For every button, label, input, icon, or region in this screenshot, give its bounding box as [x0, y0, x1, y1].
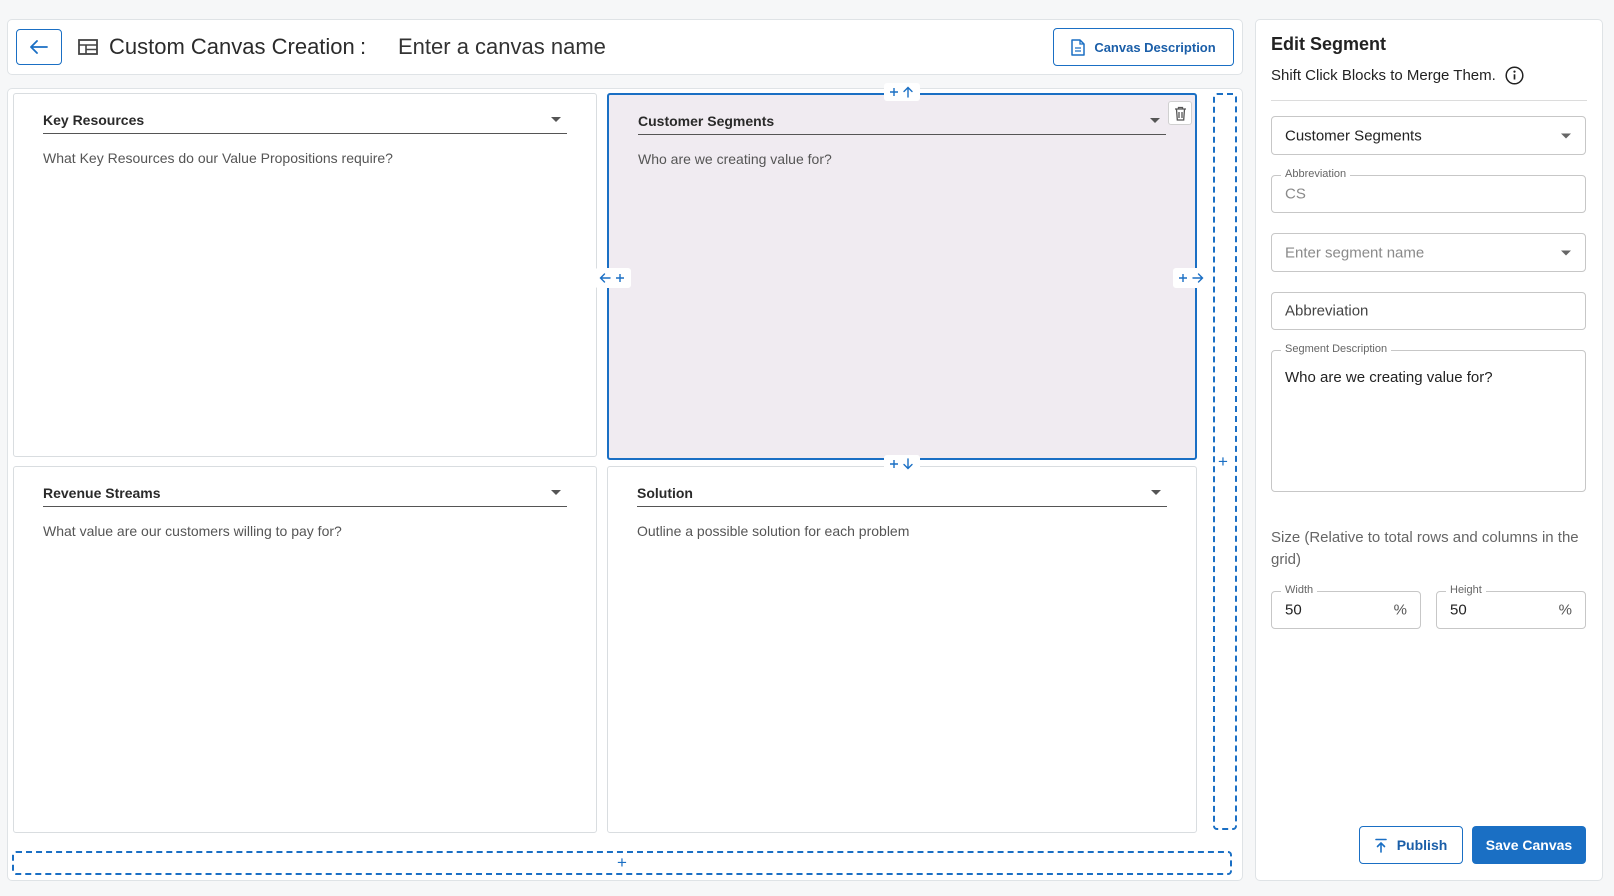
delete-segment-button[interactable]: [1168, 101, 1192, 125]
add-segment-above-button[interactable]: [884, 83, 920, 101]
segment-description: Who are we creating value for?: [638, 151, 832, 167]
page-title: Custom Canvas Creation: [109, 34, 355, 59]
width-label: Width: [1281, 584, 1318, 596]
merge-hint: Shift Click Blocks to Merge Them.: [1271, 66, 1524, 85]
canvas-description-button[interactable]: Canvas Description: [1053, 28, 1234, 66]
publish-label: Publish: [1396, 837, 1448, 853]
add-segment-below-button[interactable]: [884, 455, 920, 473]
title-separator: :: [360, 34, 367, 59]
segment-title: Solution: [637, 484, 693, 501]
plus-arrow-right-icon: [1179, 273, 1204, 283]
segment-header[interactable]: Key Resources: [43, 112, 567, 134]
size-note: Size (Relative to total rows and columns…: [1271, 529, 1579, 568]
chevron-down-icon[interactable]: [551, 490, 561, 495]
abbreviation-placeholder: Abbreviation: [1285, 302, 1369, 320]
chevron-down-icon: [1561, 133, 1571, 138]
segment-description-field[interactable]: Segment Description Who are we creating …: [1271, 343, 1586, 492]
canvas-header: Custom Canvas Creation : Canvas Descript…: [7, 19, 1243, 75]
add-segment-right-button[interactable]: [1173, 268, 1209, 288]
plus-arrow-down-icon: [890, 458, 913, 470]
segment-description-label: Segment Description: [1281, 343, 1392, 355]
divider: [1271, 100, 1587, 101]
panel-title: Edit Segment: [1271, 34, 1387, 54]
add-row-zone[interactable]: +: [12, 851, 1232, 875]
segment-title: Key Resources: [43, 111, 145, 128]
segment-header[interactable]: Customer Segments: [638, 113, 1166, 135]
segment-header[interactable]: Revenue Streams: [43, 485, 567, 507]
chevron-down-icon[interactable]: [551, 117, 561, 122]
segment-title: Revenue Streams: [43, 484, 161, 501]
percent-unit: %: [1393, 601, 1407, 619]
percent-unit: %: [1558, 601, 1572, 619]
save-canvas-button[interactable]: Save Canvas: [1472, 826, 1586, 864]
segment-description: What value are our customers willing to …: [43, 523, 342, 539]
back-button[interactable]: [16, 29, 62, 65]
chevron-down-icon: [1561, 250, 1571, 255]
height-value: 50: [1450, 601, 1467, 619]
info-icon[interactable]: [1505, 66, 1524, 85]
height-label: Height: [1446, 584, 1486, 596]
segment-header[interactable]: Solution: [637, 485, 1167, 507]
height-field[interactable]: Height 50 %: [1436, 584, 1586, 629]
document-icon: [1071, 38, 1086, 56]
chevron-down-icon[interactable]: [1150, 118, 1160, 123]
add-column-zone[interactable]: +: [1213, 93, 1237, 830]
segment-description: What Key Resources do our Value Proposit…: [43, 150, 393, 166]
trash-icon: [1174, 106, 1186, 121]
arrow-left-plus-icon: [599, 273, 624, 283]
segment-select-value: Customer Segments: [1285, 127, 1422, 144]
segment-description: Outline a possible solution for each pro…: [637, 523, 910, 539]
segment-key-resources[interactable]: Key Resources What Key Resources do our …: [13, 93, 597, 457]
abbreviation-label: Abbreviation: [1281, 168, 1351, 180]
segment-revenue-streams[interactable]: Revenue Streams What value are our custo…: [13, 466, 597, 833]
segment-description-value: Who are we creating value for?: [1285, 369, 1493, 386]
edit-segment-panel: Edit Segment Shift Click Blocks to Merge…: [1255, 19, 1603, 881]
segment-customer-segments[interactable]: Customer Segments Who are we creating va…: [607, 93, 1197, 460]
publish-button[interactable]: Publish: [1359, 826, 1463, 864]
width-field[interactable]: Width 50 %: [1271, 584, 1421, 629]
plus-icon: +: [617, 853, 627, 872]
segment-name-select[interactable]: Enter segment name: [1271, 233, 1586, 272]
upload-icon: [1374, 838, 1387, 853]
plus-arrow-up-icon: [890, 86, 913, 98]
canvas-description-label: Canvas Description: [1094, 39, 1216, 55]
segment-title: Customer Segments: [638, 112, 775, 129]
plus-icon: +: [1218, 452, 1228, 471]
segment-solution[interactable]: Solution Outline a possible solution for…: [607, 466, 1197, 833]
abbreviation-value: CS: [1285, 185, 1306, 203]
add-segment-left-button[interactable]: [595, 268, 631, 288]
table-layout-icon: [78, 39, 98, 55]
arrow-left-icon: [30, 40, 48, 54]
segment-name-placeholder: Enter segment name: [1285, 244, 1425, 261]
width-value: 50: [1285, 601, 1302, 619]
canvas-name-input[interactable]: [398, 30, 798, 64]
chevron-down-icon[interactable]: [1151, 490, 1161, 495]
new-abbreviation-field[interactable]: Abbreviation: [1271, 292, 1586, 330]
abbreviation-field[interactable]: Abbreviation CS: [1271, 168, 1586, 213]
segment-select[interactable]: Customer Segments: [1271, 116, 1586, 155]
merge-hint-text: Shift Click Blocks to Merge Them.: [1271, 67, 1496, 84]
